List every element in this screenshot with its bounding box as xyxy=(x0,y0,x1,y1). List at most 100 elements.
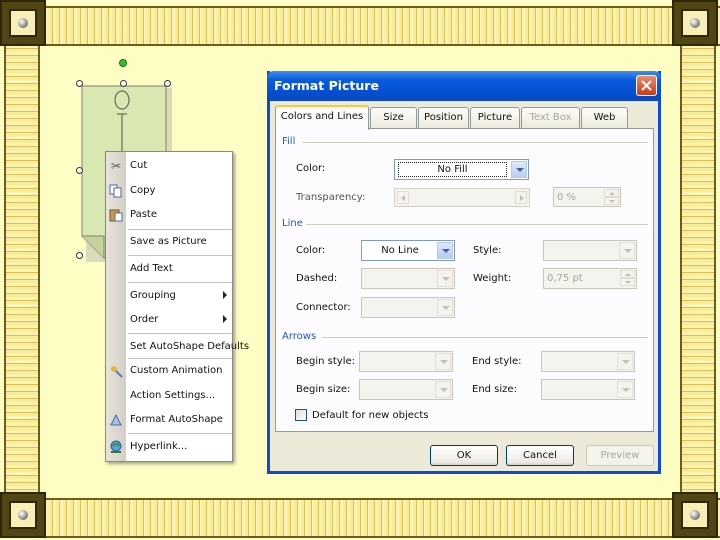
chevron-down-icon[interactable] xyxy=(437,242,453,259)
fill-color-dropdown[interactable]: No Fill xyxy=(394,159,529,180)
resize-handle[interactable] xyxy=(76,167,83,174)
resize-handle[interactable] xyxy=(76,80,83,87)
close-icon xyxy=(641,80,652,91)
menu-item-label: Paste xyxy=(130,209,157,220)
format-shape-icon xyxy=(109,413,123,427)
submenu-arrow-icon xyxy=(223,315,227,323)
section-divider xyxy=(302,142,648,143)
menu-item-cut[interactable]: ✂ Cut xyxy=(106,155,232,177)
hyperlink-globe-icon xyxy=(109,440,123,454)
menu-item-order[interactable]: Order xyxy=(106,309,232,331)
default-for-new-objects-checkbox[interactable] xyxy=(295,409,307,421)
line-style-dropdown[interactable] xyxy=(543,240,637,261)
connector-dropdown[interactable] xyxy=(361,297,455,318)
frame-corner-ornament xyxy=(0,492,46,538)
end-style-label: End style: xyxy=(472,356,522,367)
resize-handle[interactable] xyxy=(76,252,83,259)
tab-position[interactable]: Position xyxy=(418,107,469,129)
cancel-button[interactable]: Cancel xyxy=(506,445,574,466)
chevron-down-icon[interactable] xyxy=(437,270,453,287)
chevron-down-icon[interactable] xyxy=(437,299,453,316)
menu-item-format-autoshape[interactable]: Format AutoShape xyxy=(106,409,232,431)
tab-size[interactable]: Size xyxy=(370,107,417,129)
transparency-slider[interactable] xyxy=(394,188,530,207)
ok-button[interactable]: OK xyxy=(430,445,498,466)
tab-panel-colors-and-lines: Fill Color: No Fill Transparency: 0 % Li… xyxy=(275,128,654,432)
menu-item-custom-animation[interactable]: Custom Animation xyxy=(106,360,232,382)
spinner-down-icon[interactable] xyxy=(620,278,635,286)
slider-left-arrow-icon[interactable] xyxy=(397,191,409,204)
menu-item-copy[interactable]: Copy xyxy=(106,180,232,202)
slide-frame-right xyxy=(680,40,716,500)
menu-item-label: Set AutoShape Defaults xyxy=(130,341,250,352)
close-button[interactable] xyxy=(636,75,657,96)
menu-item-set-autoshape-defaults[interactable]: Set AutoShape Defaults xyxy=(106,336,249,358)
copy-icon xyxy=(109,184,123,198)
line-section-heading: Line xyxy=(282,218,303,229)
end-style-dropdown[interactable] xyxy=(541,351,635,372)
frame-corner-ornament xyxy=(0,0,46,46)
scissors-icon: ✂ xyxy=(110,159,122,173)
chevron-down-icon[interactable] xyxy=(511,161,527,178)
dialog-title-bar[interactable]: Format Picture xyxy=(267,71,661,101)
begin-style-dropdown[interactable] xyxy=(359,351,453,372)
tab-picture[interactable]: Picture xyxy=(470,107,520,129)
menu-item-label: Copy xyxy=(130,185,156,196)
tab-colors-and-lines[interactable]: Colors and Lines xyxy=(275,105,369,130)
chevron-down-icon[interactable] xyxy=(435,353,451,370)
tab-text-box[interactable]: Text Box xyxy=(521,107,580,129)
menu-item-label: Save as Picture xyxy=(130,236,207,247)
slide-frame-top xyxy=(0,6,720,46)
slider-right-arrow-icon[interactable] xyxy=(515,191,527,204)
arrows-section-heading: Arrows xyxy=(282,331,317,342)
menu-item-label: Cut xyxy=(130,160,148,171)
menu-separator xyxy=(128,358,232,359)
menu-item-grouping[interactable]: Grouping xyxy=(106,285,232,307)
chevron-down-icon[interactable] xyxy=(435,381,451,398)
menu-item-paste[interactable]: Paste xyxy=(106,204,232,226)
fill-color-value: No Fill xyxy=(398,162,507,177)
tab-web[interactable]: Web xyxy=(581,107,628,129)
menu-item-hyperlink[interactable]: Hyperlink... xyxy=(106,436,232,458)
weight-value: 0,75 pt xyxy=(547,273,583,284)
resize-handle[interactable] xyxy=(164,80,171,87)
resize-handle[interactable] xyxy=(120,80,127,87)
chevron-down-icon[interactable] xyxy=(619,242,635,259)
animation-icon xyxy=(109,364,123,378)
chevron-down-icon[interactable] xyxy=(617,353,633,370)
menu-item-save-as-picture[interactable]: Save as Picture xyxy=(106,231,232,253)
menu-item-label: Order xyxy=(130,314,159,325)
transparency-label: Transparency: xyxy=(296,192,366,203)
menu-item-label: Hyperlink... xyxy=(130,441,188,452)
section-divider xyxy=(322,337,648,338)
begin-size-dropdown[interactable] xyxy=(359,379,453,400)
menu-separator xyxy=(128,255,232,256)
weight-label: Weight: xyxy=(473,273,512,284)
fill-section-heading: Fill xyxy=(282,136,296,147)
begin-style-label: Begin style: xyxy=(296,356,356,367)
end-size-dropdown[interactable] xyxy=(541,379,635,400)
connector-label: Connector: xyxy=(296,302,351,313)
frame-corner-ornament xyxy=(672,0,718,46)
line-color-value: No Line xyxy=(381,245,419,256)
preview-button[interactable]: Preview xyxy=(586,445,654,466)
menu-item-label: Grouping xyxy=(130,290,176,301)
menu-item-action-settings[interactable]: Action Settings... xyxy=(106,385,232,407)
line-color-dropdown[interactable]: No Line xyxy=(361,240,455,261)
frame-corner-ornament xyxy=(672,492,718,538)
dialog-title: Format Picture xyxy=(274,78,379,93)
spinner-down-icon[interactable] xyxy=(604,197,619,205)
menu-item-label: Format AutoShape xyxy=(130,414,223,425)
dashed-dropdown[interactable] xyxy=(361,268,455,289)
default-for-new-objects-label: Default for new objects xyxy=(312,410,429,421)
transparency-spinner[interactable]: 0 % xyxy=(553,187,621,207)
weight-spinner[interactable]: 0,75 pt xyxy=(543,268,637,289)
menu-separator xyxy=(128,282,232,283)
paste-icon xyxy=(109,208,123,222)
menu-item-add-text[interactable]: Add Text xyxy=(106,258,232,280)
spinner-up-icon[interactable] xyxy=(604,189,619,197)
section-divider xyxy=(306,224,648,225)
chevron-down-icon[interactable] xyxy=(617,381,633,398)
rotation-handle[interactable] xyxy=(119,59,127,67)
spinner-up-icon[interactable] xyxy=(620,270,635,278)
